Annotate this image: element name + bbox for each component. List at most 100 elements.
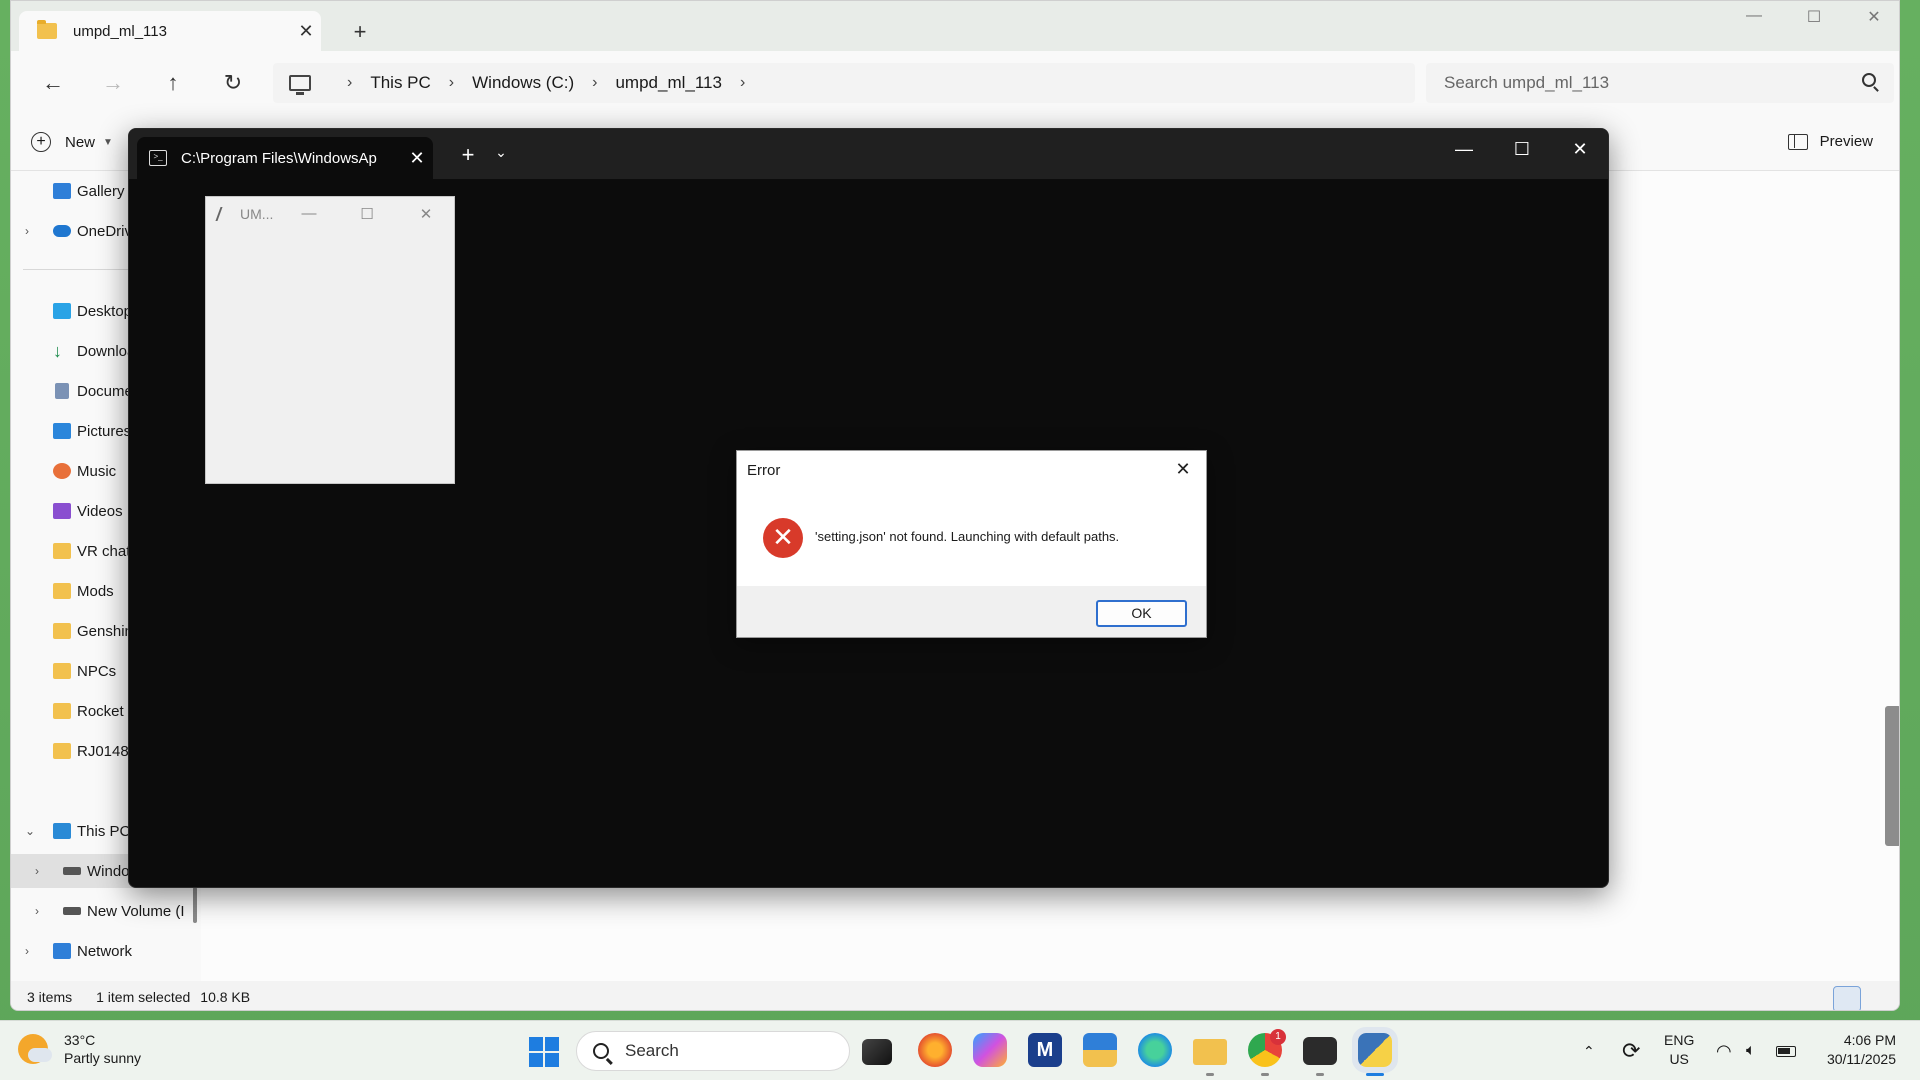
taskbar: 33°C Partly sunny Search M 1 ⌃ ⟳ ENG US … [0, 1020, 1920, 1080]
search-input[interactable]: Search umpd_ml_113 [1426, 63, 1894, 103]
close-tab-icon[interactable]: ✕ [401, 148, 433, 169]
document-icon [55, 383, 69, 399]
cloud-icon [53, 225, 71, 237]
copilot-icon[interactable] [973, 1033, 1007, 1067]
new-tab-button[interactable]: + [453, 142, 483, 168]
notification-badge: 1 [1270, 1029, 1286, 1045]
chevron-right-icon[interactable]: › [25, 224, 29, 238]
wifi-icon[interactable]: ◠ [1716, 1021, 1732, 1080]
sidebar-scrollbar[interactable] [193, 887, 197, 923]
folder-icon [53, 583, 71, 599]
volume-icon[interactable]: 🔈︎ [1746, 1021, 1756, 1080]
running-indicator [1316, 1073, 1324, 1076]
close-icon[interactable]: ✕ [1170, 459, 1196, 480]
dialog-title: Error [747, 461, 781, 479]
plus-icon: + [31, 132, 51, 152]
chevron-down-icon[interactable]: ⌄ [25, 824, 35, 838]
maximize-button[interactable]: ☐ [1791, 7, 1837, 27]
region-code: US [1669, 1051, 1689, 1067]
show-hidden-icons[interactable]: ⌃ [1583, 1021, 1595, 1080]
maximize-button[interactable]: ☐ [1499, 139, 1545, 160]
dialog-body: ✕ 'setting.json' not found. Launching wi… [737, 489, 1206, 586]
chevron-right-icon[interactable]: › [35, 864, 39, 878]
terminal-icon: >_ [149, 150, 167, 166]
file-explorer-icon[interactable] [1193, 1039, 1227, 1065]
chevron-right-icon[interactable]: › [740, 74, 745, 92]
drive-icon [63, 867, 81, 875]
taskbar-search-label: Search [625, 1041, 679, 1060]
clock[interactable]: 4:06 PM 30/11/2025 [1827, 1031, 1896, 1069]
close-button[interactable]: ✕ [406, 205, 446, 223]
drive-icon [63, 907, 81, 915]
partly-sunny-icon [18, 1034, 52, 1064]
search-icon [1862, 73, 1876, 87]
store-icon[interactable] [1083, 1033, 1117, 1067]
new-tab-button[interactable]: + [346, 19, 374, 45]
folder-icon [53, 703, 71, 719]
up-arrow-icon[interactable]: ↑ [156, 66, 190, 100]
sidebar-item-new-volume[interactable]: › New Volume (I [11, 894, 201, 928]
weather-widget[interactable]: 33°C Partly sunny [18, 1031, 141, 1067]
details-view-icon[interactable] [1833, 986, 1861, 1010]
refresh-icon[interactable]: ↻ [216, 66, 250, 100]
back-arrow-icon[interactable]: ← [36, 66, 70, 100]
terminal-tab-label: C:\Program Files\WindowsAp [181, 149, 377, 167]
explorer-tab-label: umpd_ml_113 [73, 22, 167, 40]
language-indicator[interactable]: ENG US [1664, 1031, 1694, 1069]
close-button[interactable]: ✕ [1557, 139, 1603, 160]
chevron-down-icon[interactable]: ⌄ [489, 144, 513, 161]
close-button[interactable]: ✕ [1851, 7, 1897, 27]
dialog-message: 'setting.json' not found. Launching with… [815, 529, 1120, 544]
ok-button[interactable]: OK [1096, 600, 1187, 627]
weather-temp: 33°C [64, 1032, 96, 1048]
firefox-icon[interactable] [918, 1033, 952, 1067]
search-icon [593, 1043, 609, 1059]
feather-icon [215, 207, 233, 221]
breadcrumb-windows-c[interactable]: Windows (C:) [472, 73, 574, 93]
terminal-icon[interactable] [1303, 1037, 1337, 1065]
chevron-right-icon[interactable]: › [347, 74, 352, 92]
forward-arrow-icon[interactable]: → [96, 66, 130, 100]
folder-icon [53, 543, 71, 559]
folder-icon [53, 623, 71, 639]
tiles-view-icon[interactable] [1867, 986, 1895, 1010]
folder-icon [37, 20, 57, 39]
breadcrumb-umpd[interactable]: umpd_ml_113 [615, 73, 721, 93]
folder-icon [53, 663, 71, 679]
battery-icon[interactable] [1776, 1021, 1796, 1080]
minimize-button[interactable]: — [1731, 7, 1777, 25]
breadcrumb-this-pc[interactable]: This PC [370, 73, 430, 93]
pc-icon [53, 823, 71, 839]
selection-size: 10.8 KB [200, 988, 251, 1005]
dialog-titlebar: Error ✕ [737, 451, 1206, 489]
chevron-right-icon[interactable]: › [35, 904, 39, 918]
chevron-right-icon[interactable]: › [25, 944, 29, 958]
minimize-button[interactable]: — [289, 205, 329, 222]
pc-icon [289, 75, 311, 95]
windows-start-icon[interactable] [529, 1037, 559, 1067]
sidebar-item-network[interactable]: › Network [11, 934, 201, 968]
minimize-button[interactable]: — [1441, 139, 1487, 160]
terminal-tab[interactable]: >_ C:\Program Files\WindowsAp ✕ [137, 137, 433, 179]
network-icon [53, 943, 71, 959]
sync-icon[interactable]: ⟳ [1622, 1021, 1640, 1080]
taskbar-search[interactable]: Search [576, 1031, 850, 1071]
python-icon[interactable] [1352, 1027, 1398, 1073]
vertical-scrollbar[interactable] [1885, 706, 1899, 846]
explorer-tab[interactable]: umpd_ml_113 ✕ [19, 11, 321, 51]
close-tab-icon[interactable]: ✕ [291, 21, 321, 42]
running-indicator [1261, 1073, 1269, 1076]
edge-icon[interactable] [1138, 1033, 1172, 1067]
chevron-right-icon[interactable]: › [592, 74, 597, 92]
new-button[interactable]: + New ▼ [31, 132, 113, 152]
language-code: ENG [1664, 1032, 1695, 1048]
mail-app-icon[interactable]: M [1028, 1033, 1062, 1067]
address-bar: ← → ↑ ↻ › This PC › Windows (C:) › umpd_… [11, 51, 1899, 113]
chevron-right-icon[interactable]: › [449, 74, 454, 92]
maximize-button[interactable]: ☐ [347, 205, 387, 223]
desktop-icon [53, 303, 71, 319]
task-view-icon[interactable] [862, 1039, 892, 1065]
breadcrumb[interactable]: › This PC › Windows (C:) › umpd_ml_113 › [273, 63, 1415, 103]
clock-date: 30/11/2025 [1826, 1051, 1896, 1067]
preview-button[interactable]: Preview [1787, 133, 1873, 150]
